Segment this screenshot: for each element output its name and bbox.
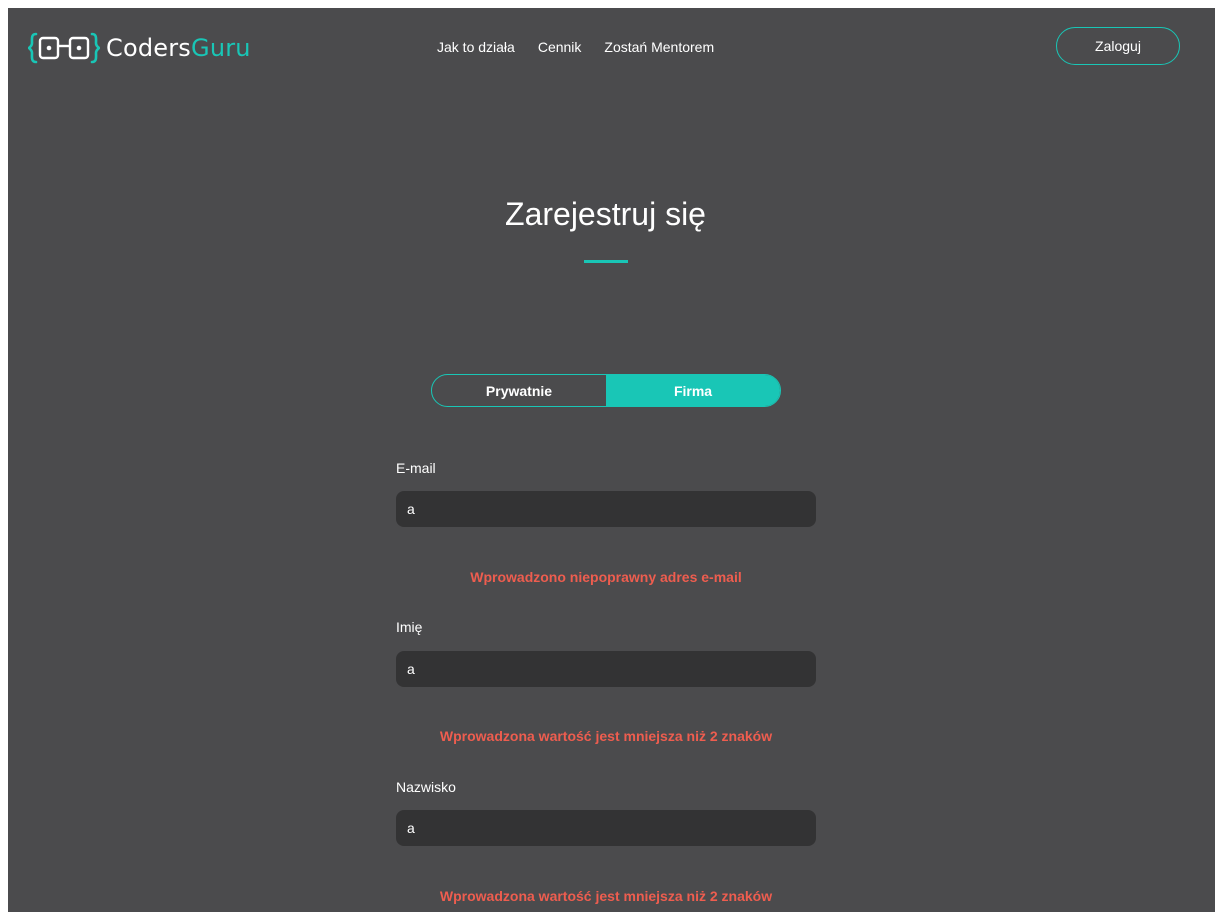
last-name-label: Nazwisko	[396, 779, 456, 795]
main-nav: Jak to działa Cennik Zostań Mentorem	[437, 38, 737, 56]
login-button[interactable]: Zaloguj	[1056, 27, 1180, 65]
nav-link-how-it-works[interactable]: Jak to działa	[437, 38, 515, 56]
page: CodersGuru Jak to działa Cennik Zostań M…	[8, 8, 1215, 912]
brackets-eyes-logo-icon	[28, 32, 100, 64]
logo[interactable]: CodersGuru	[28, 28, 251, 68]
title-underline	[584, 260, 628, 263]
logo-text: CodersGuru	[106, 34, 251, 62]
toggle-option-company[interactable]: Firma	[606, 375, 780, 406]
email-field[interactable]	[396, 491, 816, 527]
email-error: Wprowadzono niepoprawny adres e-mail	[470, 569, 742, 585]
first-name-field[interactable]	[396, 651, 816, 687]
email-label: E-mail	[396, 460, 436, 476]
last-name-field[interactable]	[396, 810, 816, 846]
nav-link-become-mentor[interactable]: Zostań Mentorem	[604, 38, 714, 56]
logo-text-coders: Coders	[106, 34, 192, 62]
toggle-option-private[interactable]: Prywatnie	[432, 375, 606, 406]
page-title: Zarejestruj się	[505, 196, 706, 232]
logo-text-guru: Guru	[191, 34, 251, 62]
first-name-error: Wprowadzona wartość jest mniejsza niż 2 …	[439, 728, 773, 744]
nav-link-pricing[interactable]: Cennik	[538, 38, 582, 56]
last-name-error: Wprowadzona wartość jest mniejsza niż 2 …	[439, 888, 773, 904]
first-name-label: Imię	[396, 619, 423, 635]
account-type-toggle: Prywatnie Firma	[431, 374, 781, 407]
